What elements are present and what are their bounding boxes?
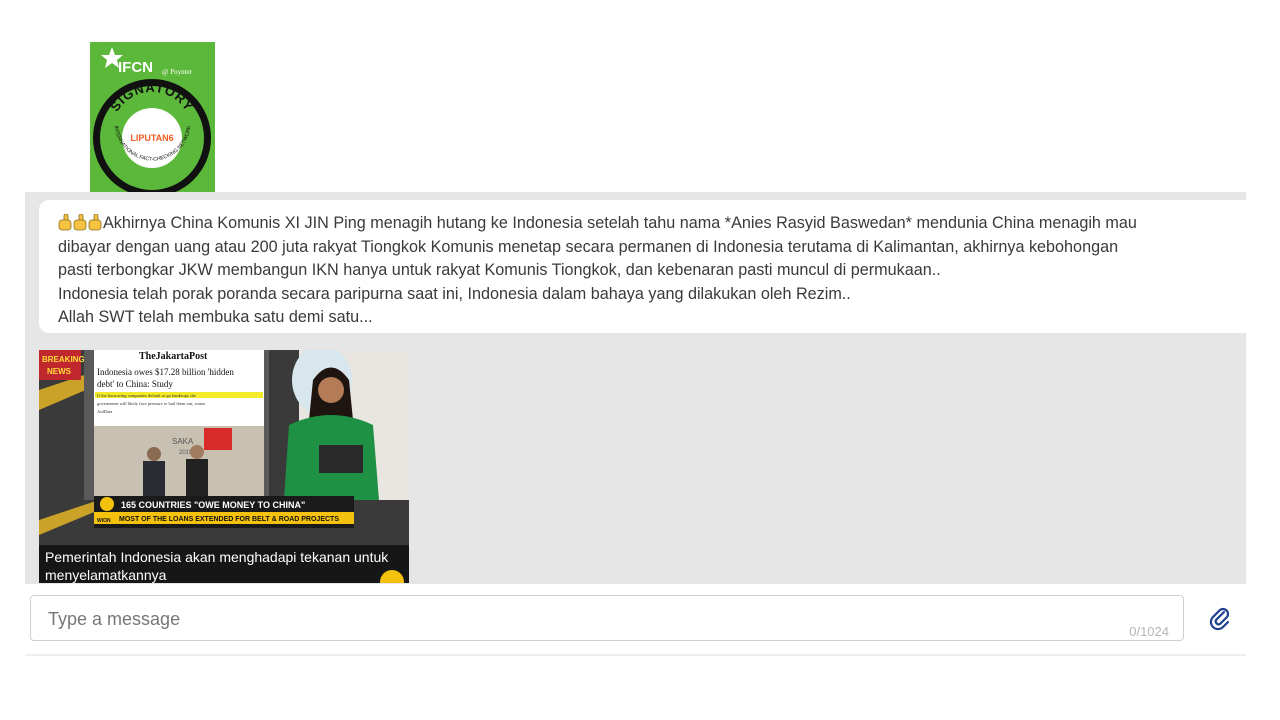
ifcn-brand: IFCN (118, 59, 153, 76)
char-counter: 0/1024 (1129, 624, 1169, 639)
paperclip-icon[interactable] (1207, 605, 1233, 631)
chat-message-area: Akhirnya China Komunis XI JIN Ping menag… (25, 192, 1254, 584)
video-thumbnail[interactable]: BREAKING NEWS TheJakartaPost Indonesia o… (39, 350, 409, 583)
breaking-label: BREAKING (42, 355, 85, 364)
poynter-label: @ Poynter (162, 68, 193, 76)
message-composer: 0/1024 (30, 595, 1184, 641)
message-input[interactable] (46, 606, 1100, 632)
message-line-5: Allah SWT telah membuka satu demi satu..… (58, 308, 373, 326)
message-line-1: Akhirnya China Komunis XI JIN Ping menag… (58, 212, 1254, 236)
message-line-4: Indonesia telah porak poranda secara par… (58, 284, 851, 303)
ticker-subtitle: MOST OF THE LOANS EXTENDED FOR BELT & RO… (119, 516, 339, 523)
paper-name: TheJakartaPost (139, 351, 208, 362)
ifcn-signatory-badge: IFCN @ Poynter SIGNATORY INTERNATIONAL F… (90, 42, 215, 200)
message-line-2: dibayar dengan uang atau 200 juta rakyat… (58, 237, 1119, 256)
ticker-title: 165 COUNTRIES "OWE MONEY TO CHINA" (121, 500, 305, 510)
backdrop-text: SAKA (172, 437, 194, 446)
video-caption: Pemerintah Indonesia akan menghadapi tek… (39, 545, 409, 583)
message-text: Akhirnya China Komunis XI JIN Ping menag… (103, 214, 1137, 232)
news-label: NEWS (47, 367, 72, 376)
channel-logo: WION (97, 518, 111, 524)
pointing-hand-icon (58, 214, 72, 231)
headline-line-1: Indonesia owes $17.28 billion 'hidden (97, 367, 234, 377)
headline-line-2: debt' to China: Study (97, 379, 173, 389)
pointing-hand-icon (73, 214, 87, 231)
ifcn-logo-icon: IFCN @ Poynter SIGNATORY INTERNATIONAL F… (90, 42, 215, 200)
message-bubble: Akhirnya China Komunis XI JIN Ping menag… (39, 200, 1254, 333)
member-logo: LIPUTAN6 (130, 133, 173, 143)
divider (25, 654, 1246, 656)
highlight-line-3: AidData (97, 409, 112, 414)
pointing-hand-icon (88, 214, 102, 231)
message-line-3: pasti terbongkar JKW membangun IKN hanya… (58, 261, 941, 279)
